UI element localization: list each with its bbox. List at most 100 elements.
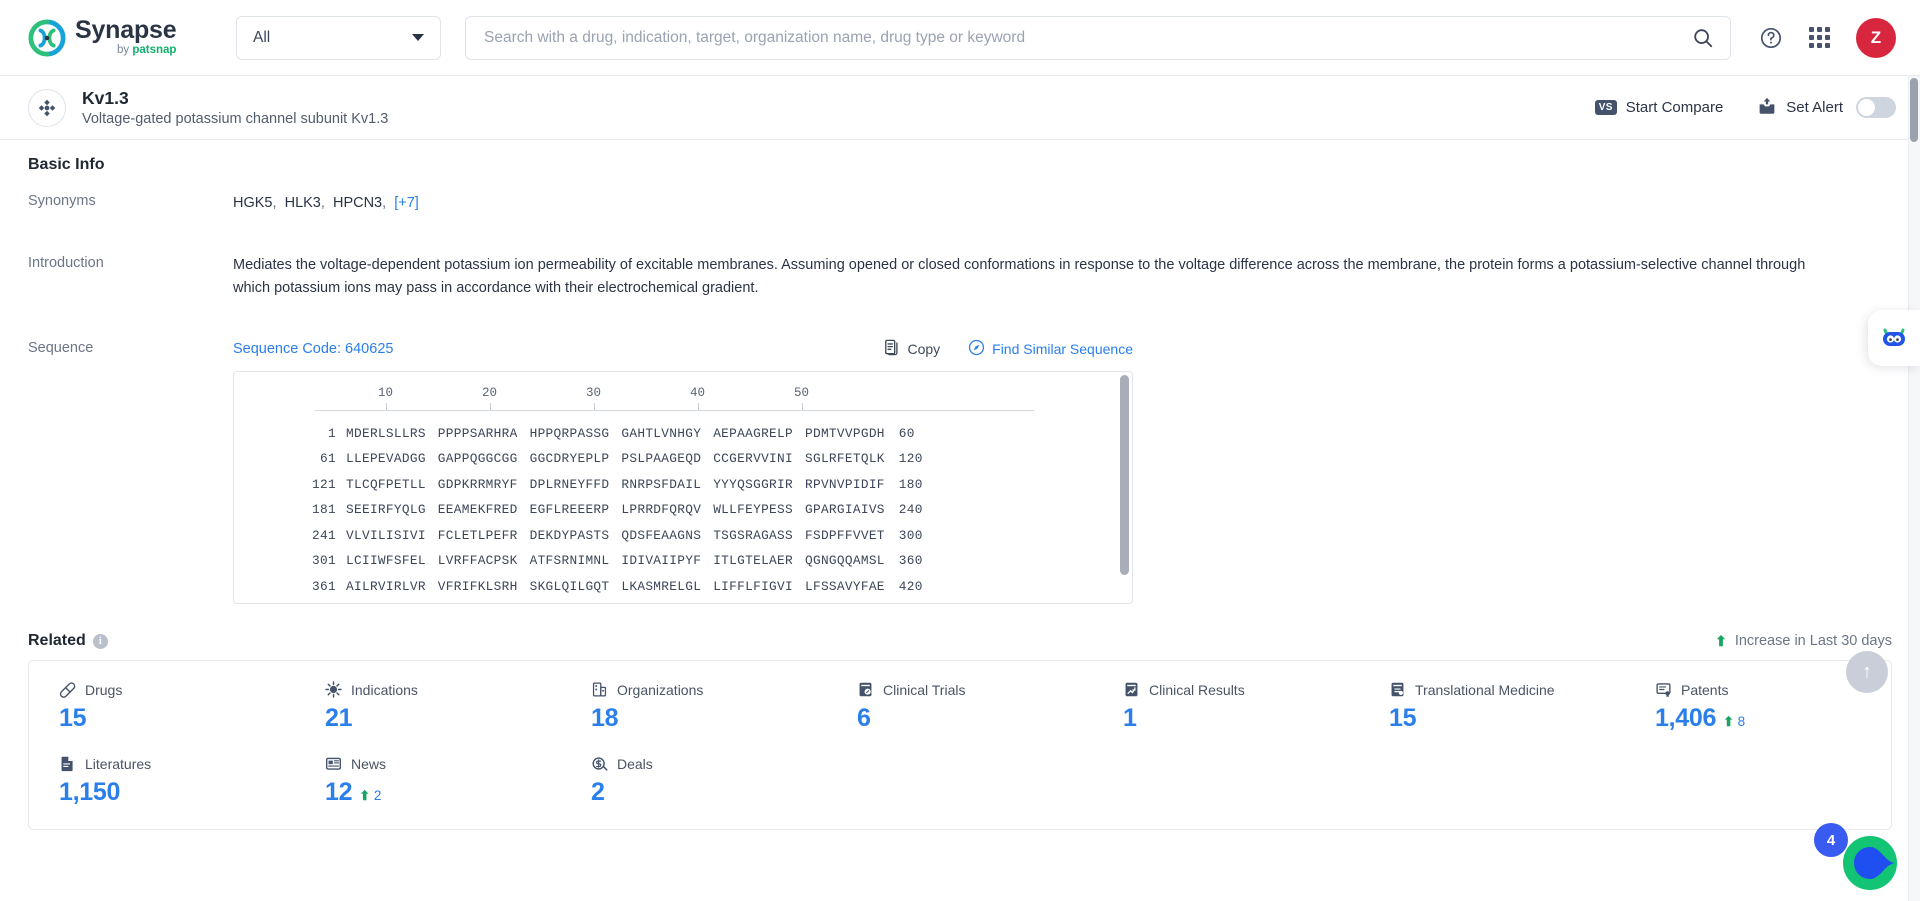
sequence-chunks: LCIIWFSFEL LVRFFACPSK ATFSRNIMNL IDIVAIIPYF… [346, 553, 885, 568]
apps-grid-icon[interactable] [1809, 27, 1830, 48]
sequence-chunk: PDMTVVPGDH [804, 425, 885, 441]
sequence-start-index: 181 [312, 502, 336, 518]
chat-widget-button[interactable]: 4 [1814, 823, 1900, 893]
stat-value-row: 18 [591, 704, 827, 733]
sequence-scrollbar-thumb[interactable] [1120, 375, 1129, 576]
ruler-tick: 40 [690, 386, 706, 411]
stat-value-row: 2 [591, 778, 827, 807]
stat-value-row: 15 [1389, 704, 1625, 733]
patent-icon [1656, 683, 1671, 698]
sequence-start-index: 1 [328, 425, 336, 441]
app-logo[interactable]: Synapse by patsnap [28, 18, 204, 57]
related-stat-deals[interactable]: Deals 2 [561, 755, 827, 807]
header-actions: Z [1731, 17, 1896, 58]
sequence-end-index: 300 [898, 527, 923, 543]
sequence-chunk: GPARGIAIVS [804, 502, 885, 518]
stat-value-row: 1,406 ⬆ 8 [1655, 704, 1891, 733]
entity-actions: VS Start Compare Set Alert [1594, 97, 1896, 119]
synonym-item[interactable]: HGK5 [233, 195, 273, 211]
search-input[interactable] [484, 28, 1692, 47]
stat-header: Clinical Results [1123, 681, 1359, 698]
clinical-result-icon [1125, 683, 1138, 697]
sequence-chunk: VFRIFKLSRH [437, 578, 518, 594]
ruler-tick: 20 [482, 386, 498, 411]
related-stat-clinical-results[interactable]: Clinical Results 1 [1093, 681, 1359, 733]
related-stat-news[interactable]: News 12 ⬆ 2 [295, 755, 561, 807]
sequence-chunk: TSGSRAGASS [713, 527, 793, 543]
stat-delta: ⬆ 8 [1723, 714, 1745, 730]
sequence-start-index: 301 [312, 553, 336, 569]
related-stat-indications[interactable]: Indications 21 [295, 681, 561, 733]
synonyms-label: Synonyms [28, 193, 96, 209]
synapse-logo-icon [28, 18, 66, 57]
basic-info-heading: Basic Info [28, 156, 105, 173]
ai-assistant-tab[interactable] [1868, 310, 1920, 366]
related-stat-drugs[interactable]: Drugs 15 [29, 681, 295, 733]
user-avatar[interactable]: Z [1856, 17, 1896, 58]
related-stats-grid: Drugs 15 Indications 21 Organizations 18 Clini… [29, 681, 1891, 807]
sequence-chunks: MDERLSLLRS PPPPSARHRA HPPQRPASSG GAHTLVNHGY… [346, 426, 885, 441]
copy-icon [884, 339, 900, 359]
sequence-line: 181 SEEIRFYQLG EEAMEKFRED EGFLREEERP LPRRDFQ… [234, 497, 1132, 523]
sequence-header: Sequence Code: 640625 Copy Find Similar … [233, 339, 1133, 359]
stat-value-row: 1 [1123, 704, 1359, 733]
synonyms-value: HGK5, HLK3, HPCN3, [+7] [233, 195, 419, 211]
related-stat-clinical-trials[interactable]: Clinical Trials 6 [827, 681, 1093, 733]
stat-value: 1,406 [1655, 704, 1717, 733]
synonym-item[interactable]: HPCN3 [333, 195, 382, 211]
stat-value-row: 21 [325, 704, 561, 733]
increase-legend: ⬆ Increase in Last 30 days [1715, 633, 1892, 650]
search-scope-select[interactable]: All [236, 15, 441, 60]
related-stat-translational-medicine[interactable]: Translational Medicine 15 [1359, 681, 1625, 733]
info-icon[interactable]: i [92, 633, 108, 649]
sequence-chunk: FCLETLPEFR [437, 527, 518, 543]
introduction-text: Mediates the voltage-dependent potassium… [233, 257, 1806, 296]
sequence-chunk: FSDPFFVVET [804, 527, 885, 543]
up-arrow-icon: ⬆ [359, 788, 370, 804]
ruler-tick: 50 [794, 386, 810, 411]
page-scrollbar-thumb[interactable] [1910, 78, 1918, 142]
sequence-chunk: CCGERVVINI [713, 451, 793, 467]
sequence-chunk: EEAMEKFRED [437, 502, 518, 518]
sequence-start-index: 241 [312, 527, 336, 543]
stat-value: 2 [591, 778, 605, 807]
set-alert-toggle[interactable] [1856, 97, 1896, 118]
search-icon[interactable] [1692, 27, 1714, 49]
sequence-end-index: 360 [898, 553, 923, 569]
sequence-viewer[interactable]: 10 20 30 40 50 1 MDERLSLLRS PPPPSARHRA HPPQ… [233, 371, 1133, 605]
related-stat-patents[interactable]: Patents 1,406 ⬆ 8 [1625, 681, 1891, 733]
stat-value-row: 12 ⬆ 2 [325, 778, 561, 807]
synonym-item[interactable]: HLK3 [285, 195, 321, 211]
sequence-chunk: DEKDYPASTS [529, 527, 610, 543]
entity-header: Kv1.3 Voltage-gated potassium channel su… [0, 76, 1920, 140]
find-similar-sequence-button[interactable]: Find Similar Sequence [968, 339, 1133, 359]
sequence-end-index: 180 [898, 476, 923, 492]
synonyms-more-link[interactable]: [+7] [394, 195, 419, 211]
up-arrow-icon: ⬆ [1723, 714, 1734, 730]
copy-sequence-button[interactable]: Copy [884, 339, 940, 359]
deal-icon [592, 757, 608, 772]
stat-header: Literatures [59, 755, 295, 772]
set-alert-control[interactable]: Set Alert [1757, 97, 1896, 119]
news-icon [326, 758, 341, 771]
stat-value: 1,150 [59, 778, 121, 807]
stat-delta: ⬆ 2 [359, 788, 381, 804]
target-icon [28, 88, 66, 127]
introduction-label: Introduction [28, 255, 104, 272]
entity-titles: Kv1.3 Voltage-gated potassium channel su… [82, 88, 388, 128]
scroll-to-top-button[interactable]: ↑ [1846, 651, 1888, 693]
related-stat-literatures[interactable]: Literatures 1,150 [29, 755, 295, 807]
stat-header: Translational Medicine [1389, 681, 1625, 698]
sequence-chunk: ATFSRNIMNL [529, 553, 610, 569]
search-bar[interactable] [465, 15, 1731, 60]
sequence-code-link[interactable]: Sequence Code: 640625 [233, 341, 393, 357]
start-compare-button[interactable]: VS Start Compare [1594, 99, 1723, 116]
related-stat-organizations[interactable]: Organizations 18 [561, 681, 827, 733]
arrow-up-icon: ↑ [1862, 660, 1872, 683]
sequence-chunk: GGCDRYEPLP [529, 451, 610, 467]
stat-label: Deals [617, 755, 653, 772]
help-icon[interactable] [1759, 26, 1783, 50]
sequence-chunk: ITLGTELAER [713, 553, 793, 569]
sequence-chunk: PSLPAAGEQD [621, 451, 702, 467]
chat-unread-badge: 4 [1814, 823, 1848, 857]
